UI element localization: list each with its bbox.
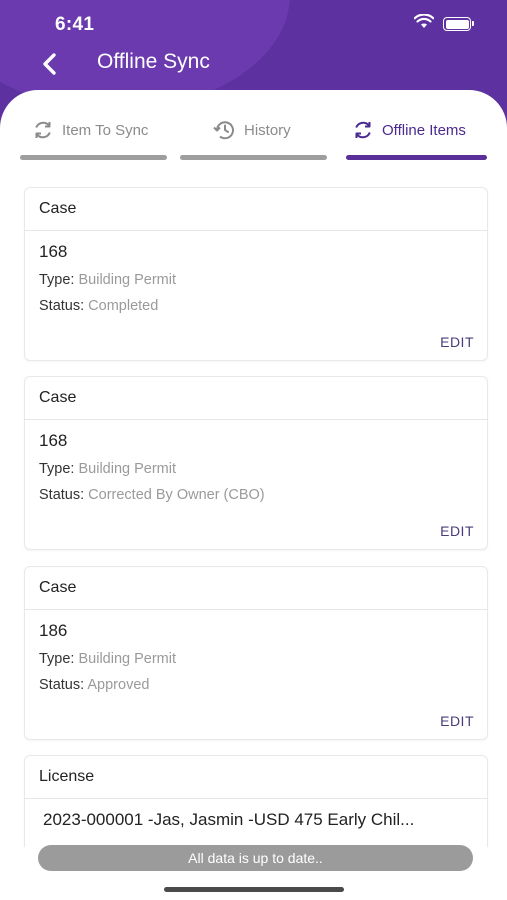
- status-row: Status: Corrected By Owner (CBO): [39, 487, 265, 503]
- status-label: Status:: [39, 677, 85, 693]
- status-label: Status:: [39, 487, 85, 503]
- license-card[interactable]: License 2023-000001 -Jas, Jasmin -USD 47…: [24, 755, 488, 847]
- card-heading: Case: [25, 567, 487, 610]
- home-indicator: [164, 887, 344, 892]
- card-heading: License: [25, 756, 487, 799]
- wifi-icon: [414, 14, 434, 28]
- case-card[interactable]: Case 186 Type: Building Permit Status: A…: [24, 566, 488, 740]
- sync-icon: [35, 121, 51, 139]
- edit-button[interactable]: EDIT: [440, 523, 474, 539]
- status-value: Completed: [88, 298, 159, 314]
- license-title: 2023-000001 -Jas, Jasmin -USD 475 Early …: [43, 810, 415, 829]
- status-label: Status:: [39, 298, 85, 314]
- status-value: Approved: [87, 677, 150, 693]
- back-button[interactable]: [36, 50, 64, 78]
- type-row: Type: Building Permit: [39, 272, 176, 288]
- tab-label: History: [244, 121, 291, 139]
- type-row: Type: Building Permit: [39, 651, 176, 667]
- offline-items-list[interactable]: Case 168 Type: Building Permit Status: C…: [0, 187, 507, 847]
- card-heading: Case: [25, 188, 487, 231]
- type-value: Building Permit: [78, 651, 177, 667]
- content-sheet: Item To Sync History Offline Items Case …: [0, 90, 507, 900]
- type-value: Building Permit: [78, 461, 177, 477]
- card-heading: Case: [25, 377, 487, 420]
- status-row: Status: Completed: [39, 298, 158, 314]
- tab-indicator-history: [180, 155, 327, 160]
- case-card[interactable]: Case 168 Type: Building Permit Status: C…: [24, 376, 488, 550]
- tab-label: Offline Items: [382, 121, 466, 139]
- type-row: Type: Building Permit: [39, 461, 176, 477]
- battery-icon: [443, 17, 474, 31]
- edit-button[interactable]: EDIT: [440, 713, 474, 729]
- tab-bar: Item To Sync History Offline Items: [0, 90, 507, 165]
- type-label: Type:: [39, 461, 75, 477]
- type-label: Type:: [39, 272, 75, 288]
- history-icon: [213, 121, 234, 140]
- sync-icon: [355, 121, 371, 139]
- type-value: Building Permit: [78, 272, 177, 288]
- edit-button[interactable]: EDIT: [440, 334, 474, 350]
- status-row: Status: Approved: [39, 677, 149, 693]
- tab-indicator-item-to-sync: [20, 155, 167, 160]
- tab-label: Item To Sync: [62, 121, 149, 139]
- case-number: 186: [39, 621, 68, 640]
- case-number: 168: [39, 431, 68, 450]
- case-number: 168: [39, 242, 68, 261]
- tab-indicator-offline-items: [346, 155, 487, 160]
- tab-offline-items[interactable]: Offline Items: [352, 115, 466, 145]
- status-bar: 6:41: [0, 0, 507, 46]
- type-label: Type:: [39, 651, 75, 667]
- tab-history[interactable]: History: [212, 115, 291, 145]
- status-value: Corrected By Owner (CBO): [88, 487, 265, 503]
- sync-status-toast: All data is up to date..: [38, 845, 473, 871]
- case-card[interactable]: Case 168 Type: Building Permit Status: C…: [24, 187, 488, 361]
- tab-item-to-sync[interactable]: Item To Sync: [32, 115, 148, 145]
- status-time: 6:41: [55, 14, 95, 35]
- page-title: Offline Sync: [97, 50, 210, 73]
